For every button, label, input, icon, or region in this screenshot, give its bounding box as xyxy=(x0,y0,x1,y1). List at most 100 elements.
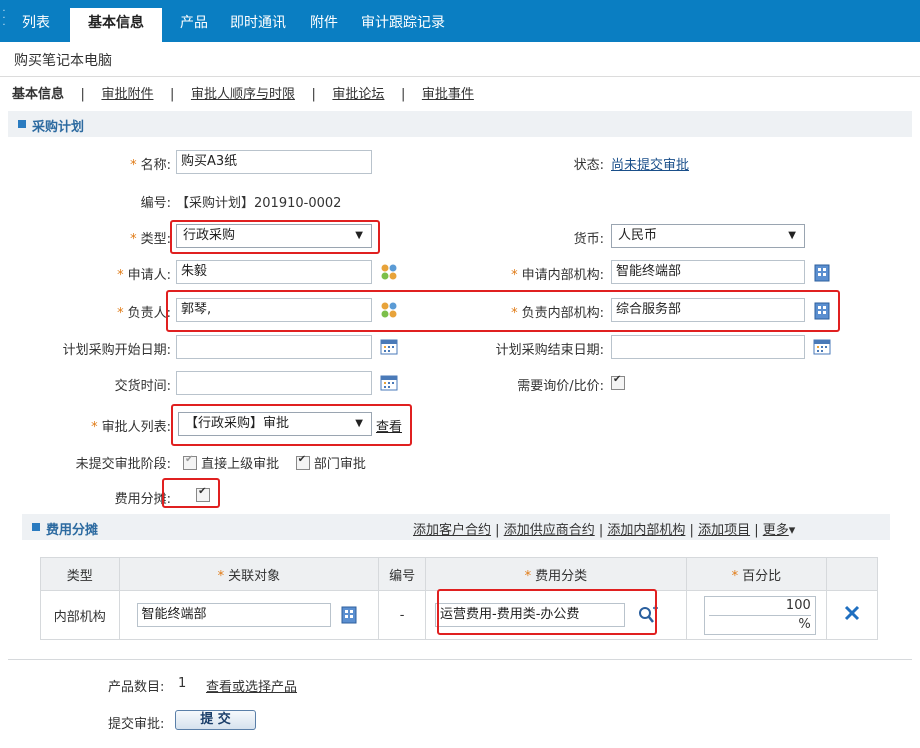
tab-attachments[interactable]: 附件 xyxy=(310,10,338,36)
calendar-icon[interactable] xyxy=(379,337,399,357)
sub-tabs: 基本信息 | 审批附件 | 审批人顺序与时限 | 审批论坛 | 审批事件 xyxy=(12,83,474,102)
inquiry-label: 需要询价/比价: xyxy=(517,379,604,394)
delivery-label: 交货时间: xyxy=(114,379,171,394)
status-link[interactable]: 尚未提交审批 xyxy=(611,154,689,173)
stage-options: 直接上级审批 部门审批 xyxy=(183,453,366,472)
stage-dept-label: 部门审批 xyxy=(313,457,366,472)
owner-label: * 负责人: xyxy=(117,306,171,321)
people-picker-icon[interactable] xyxy=(379,300,399,320)
drag-grip-icon[interactable]: · · · xyxy=(0,7,8,31)
cost-table: 类型 * 关联对象 编号 * 费用分类 * 百分比 内部机构 智能终端部 - 运营费用… xyxy=(40,557,878,640)
end-date-label: 计划采购结束日期: xyxy=(495,343,604,358)
object-input[interactable]: 智能终端部 xyxy=(136,603,331,627)
col-object: * 关联对象 xyxy=(118,557,380,591)
view-select-products-link[interactable]: 查看或选择产品 xyxy=(206,676,297,695)
owner-org-label: * 负责内部机构: xyxy=(511,306,604,321)
org-picker-icon[interactable] xyxy=(812,263,832,283)
product-count-value: 1 xyxy=(178,676,187,691)
subtab-approver-order[interactable]: 审批人顺序与时限 xyxy=(191,87,295,102)
page-title: 购买笔记本电脑 xyxy=(14,53,112,69)
subtab-approval-forum[interactable]: 审批论坛 xyxy=(332,87,384,102)
chevron-down-icon: ▾ xyxy=(788,523,796,538)
name-label: * 名称: xyxy=(130,158,171,173)
stage-dept-checkbox[interactable] xyxy=(295,454,310,470)
approver-label: * 审批人列表: xyxy=(91,420,171,435)
tab-instant-messaging[interactable]: 即时通讯 xyxy=(230,10,286,36)
owner-org-input[interactable]: 综合服务部 xyxy=(611,298,805,322)
table-header-row: 类型 * 关联对象 编号 * 费用分类 * 百分比 xyxy=(40,557,878,591)
subtab-separator: | xyxy=(311,87,316,102)
end-date-input[interactable] xyxy=(611,335,805,359)
page-title-row: 购买笔记本电脑 xyxy=(0,42,920,77)
delivery-input[interactable] xyxy=(176,371,372,395)
submit-button[interactable]: 提 交 xyxy=(175,710,256,730)
subtab-approval-attachments[interactable]: 审批附件 xyxy=(101,87,153,102)
tab-products[interactable]: 产品 xyxy=(180,10,208,36)
col-category: * 费用分类 xyxy=(425,557,687,591)
approver-view-link[interactable]: 查看 xyxy=(376,416,402,435)
owner-input[interactable]: 郭琴, xyxy=(176,298,372,322)
calendar-icon[interactable] xyxy=(379,373,399,393)
applicant-input[interactable]: 朱毅 xyxy=(176,260,372,284)
start-date-input[interactable] xyxy=(176,335,372,359)
calendar-icon[interactable] xyxy=(812,337,832,357)
applicant-org-input[interactable]: 智能终端部 xyxy=(611,260,805,284)
cell-type: 内部机构 xyxy=(40,590,120,640)
submit-label: 提交审批: xyxy=(108,717,165,732)
approver-select[interactable]: 【行政采购】审批 ▼ xyxy=(178,412,372,436)
category-input[interactable]: 运营费用-费用类-办公费 xyxy=(435,603,626,627)
dropdown-arrow-icon: ▼ xyxy=(788,230,796,241)
applicant-org-label: * 申请内部机构: xyxy=(511,268,604,283)
stage-direct-checkbox[interactable] xyxy=(183,454,197,470)
inquiry-checkbox[interactable] xyxy=(611,374,625,390)
section-purchase-plan: 采购计划 xyxy=(8,111,912,137)
product-count-label: 产品数目: xyxy=(108,680,165,695)
code-value: 【采购计划】201910-0002 xyxy=(176,196,342,211)
stage-label: 未提交审批阶段: xyxy=(75,457,171,472)
search-add-icon[interactable] xyxy=(637,605,659,625)
split-checkbox[interactable] xyxy=(196,486,211,502)
section-square-icon xyxy=(18,120,26,128)
stage-direct-label: 直接上级审批 xyxy=(201,457,280,472)
cost-actions: 添加客户合约 | 添加供应商合约 | 添加内部机构 | 添加项目 | 更多▾ xyxy=(413,523,796,538)
add-project-link[interactable]: 添加项目 xyxy=(698,523,750,538)
more-link[interactable]: 更多 xyxy=(763,523,789,538)
section-square-icon xyxy=(32,523,40,531)
col-percent: * 百分比 xyxy=(685,557,828,591)
cell-object: 智能终端部 xyxy=(118,590,380,640)
currency-select[interactable]: 人民币 ▼ xyxy=(611,224,805,248)
col-code: 编号 xyxy=(378,557,427,591)
dropdown-arrow-icon: ▼ xyxy=(355,230,363,241)
delete-icon[interactable] xyxy=(843,604,861,622)
col-type: 类型 xyxy=(40,557,120,591)
col-actions xyxy=(826,557,878,591)
subtab-separator: | xyxy=(400,87,406,102)
applicant-label: * 申请人: xyxy=(117,268,171,283)
name-input[interactable]: 购买A3纸 xyxy=(176,150,372,174)
percent-input[interactable]: 100 % xyxy=(703,595,816,635)
tab-audit-trail[interactable]: 审计跟踪记录 xyxy=(361,10,445,36)
section-title: 采购计划 xyxy=(32,120,85,135)
split-label: 费用分摊: xyxy=(114,492,171,507)
status-label: 状态: xyxy=(573,158,604,173)
people-picker-icon[interactable] xyxy=(379,262,399,282)
type-label: * 类型: xyxy=(130,232,171,247)
dropdown-arrow-icon: ▼ xyxy=(355,418,363,429)
add-internal-org-link[interactable]: 添加内部机构 xyxy=(607,523,685,538)
code-label: 编号: xyxy=(140,196,171,211)
divider xyxy=(8,659,912,660)
table-row: 内部机构 智能终端部 - 运营费用-费用类-办公费 100 % xyxy=(40,590,878,640)
subtab-basic-info[interactable]: 基本信息 xyxy=(12,87,64,102)
add-customer-contract-link[interactable]: 添加客户合约 xyxy=(413,523,491,538)
tab-list[interactable]: 列表 xyxy=(22,10,50,36)
section-title: 费用分摊 xyxy=(46,523,99,538)
top-tab-bar: · · · 列表 基本信息 产品 即时通讯 附件 审计跟踪记录 xyxy=(0,0,920,42)
add-supplier-contract-link[interactable]: 添加供应商合约 xyxy=(504,523,595,538)
cell-percent: 100 % xyxy=(685,590,828,640)
org-picker-icon[interactable] xyxy=(812,301,832,321)
type-select[interactable]: 行政采购 ▼ xyxy=(176,224,372,248)
org-picker-icon[interactable] xyxy=(339,605,359,625)
currency-label: 货币: xyxy=(573,232,604,247)
subtab-approval-events[interactable]: 审批事件 xyxy=(422,87,474,102)
tab-basic-info[interactable]: 基本信息 xyxy=(70,8,162,42)
